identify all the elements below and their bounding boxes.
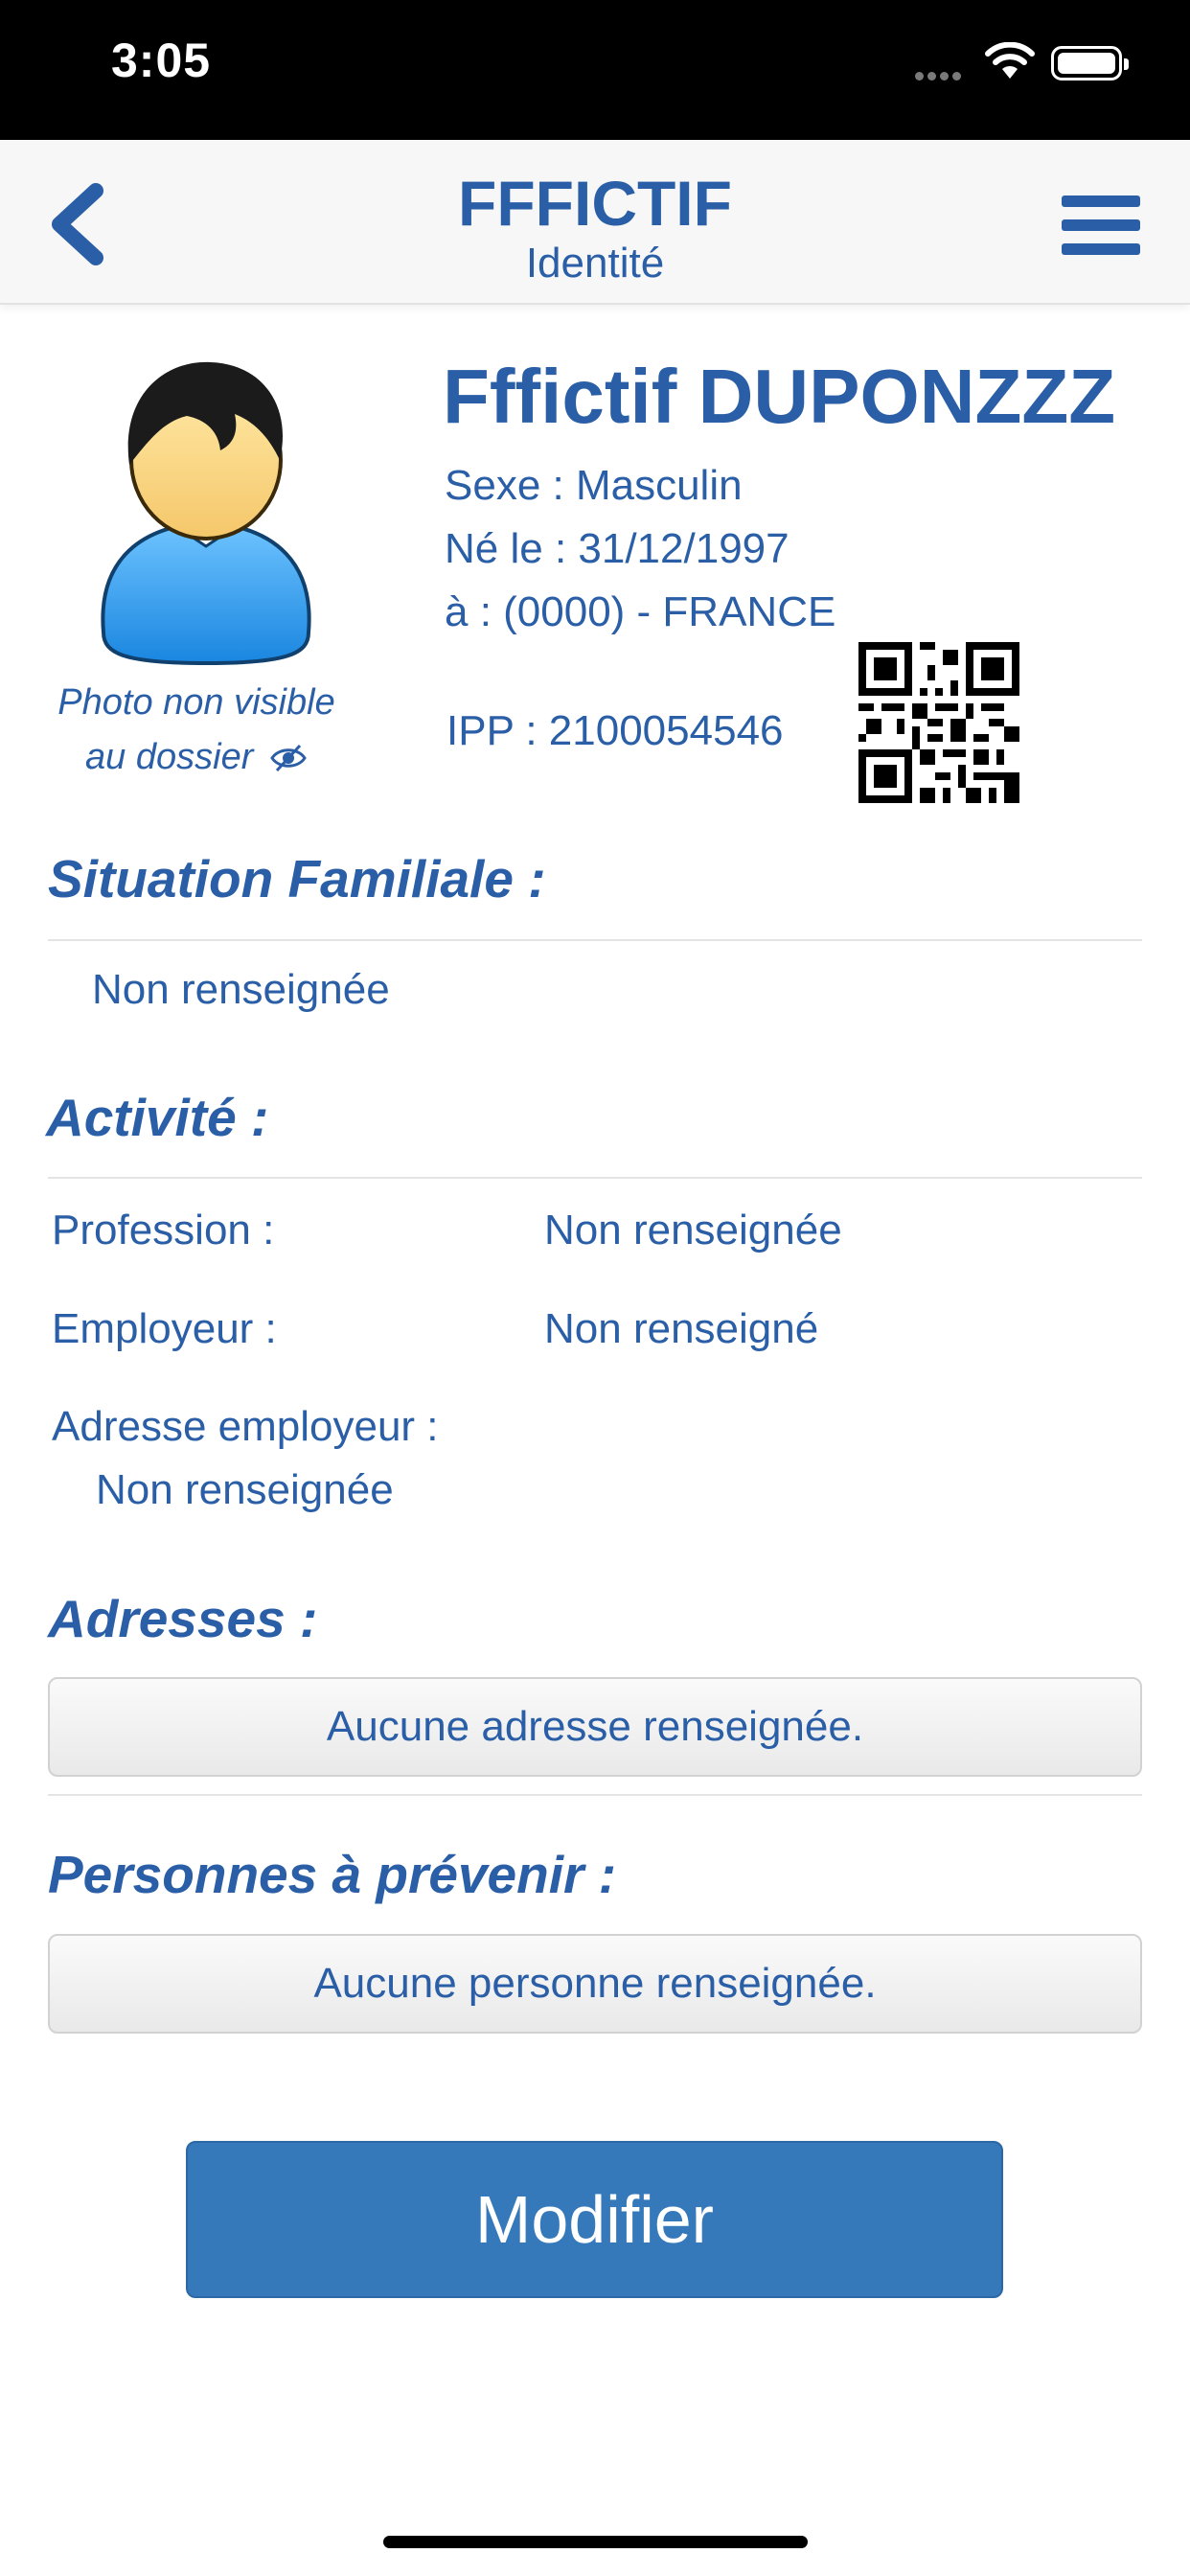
modifier-button[interactable]: Modifier — [186, 2141, 1003, 2298]
adresse-employeur-label: Adresse employeur : — [52, 1403, 439, 1450]
employeur-label: Employeur : — [52, 1305, 277, 1352]
section-title-adresses: Adresses : — [48, 1589, 318, 1648]
patient-sexe: Sexe : Masculin — [445, 462, 743, 509]
patient-name: Fffictif DUPONZZZ — [443, 354, 1116, 439]
photo-note-line1: Photo non visible — [57, 682, 335, 723]
hamburger-menu-icon[interactable] — [1062, 196, 1140, 263]
patient-birth-date: Né le : 31/12/1997 — [445, 525, 790, 572]
patient-ipp: IPP : 2100054546 — [446, 707, 784, 754]
profession-value: Non renseignée — [544, 1207, 842, 1254]
adresse-employeur-value: Non renseignée — [96, 1466, 394, 1513]
qr-code-icon[interactable] — [858, 642, 1019, 803]
home-indicator[interactable] — [383, 2536, 808, 2548]
battery-icon — [1051, 46, 1129, 80]
photo-note-line2: au dossier — [85, 737, 254, 777]
nav-subtitle: Identité — [525, 240, 665, 287]
nav-title: FFFICTIF — [458, 168, 732, 239]
section-title-situation: Situation Familiale : — [48, 849, 546, 908]
employeur-value: Non renseigné — [544, 1305, 819, 1352]
divider — [48, 1794, 1142, 1796]
patient-birth-place: à : (0000) - FRANCE — [445, 588, 836, 635]
profession-label: Profession : — [52, 1207, 275, 1254]
section-title-activite: Activité : — [46, 1088, 269, 1147]
situation-value: Non renseignée — [92, 966, 390, 1013]
section-title-personnes: Personnes à prévenir : — [48, 1845, 617, 1904]
divider — [48, 1177, 1142, 1179]
eye-slash-icon — [270, 744, 307, 772]
wifi-icon — [985, 42, 1035, 79]
avatar-icon — [101, 361, 311, 666]
status-time: 3:05 — [111, 34, 212, 87]
divider — [48, 939, 1142, 941]
adresses-empty-box: Aucune adresse renseignée. — [48, 1677, 1142, 1777]
photo-visibility-note: Photo non visible au dossier — [29, 676, 364, 785]
signal-icon — [915, 68, 965, 85]
personnes-empty-box: Aucune personne renseignée. — [48, 1934, 1142, 2034]
